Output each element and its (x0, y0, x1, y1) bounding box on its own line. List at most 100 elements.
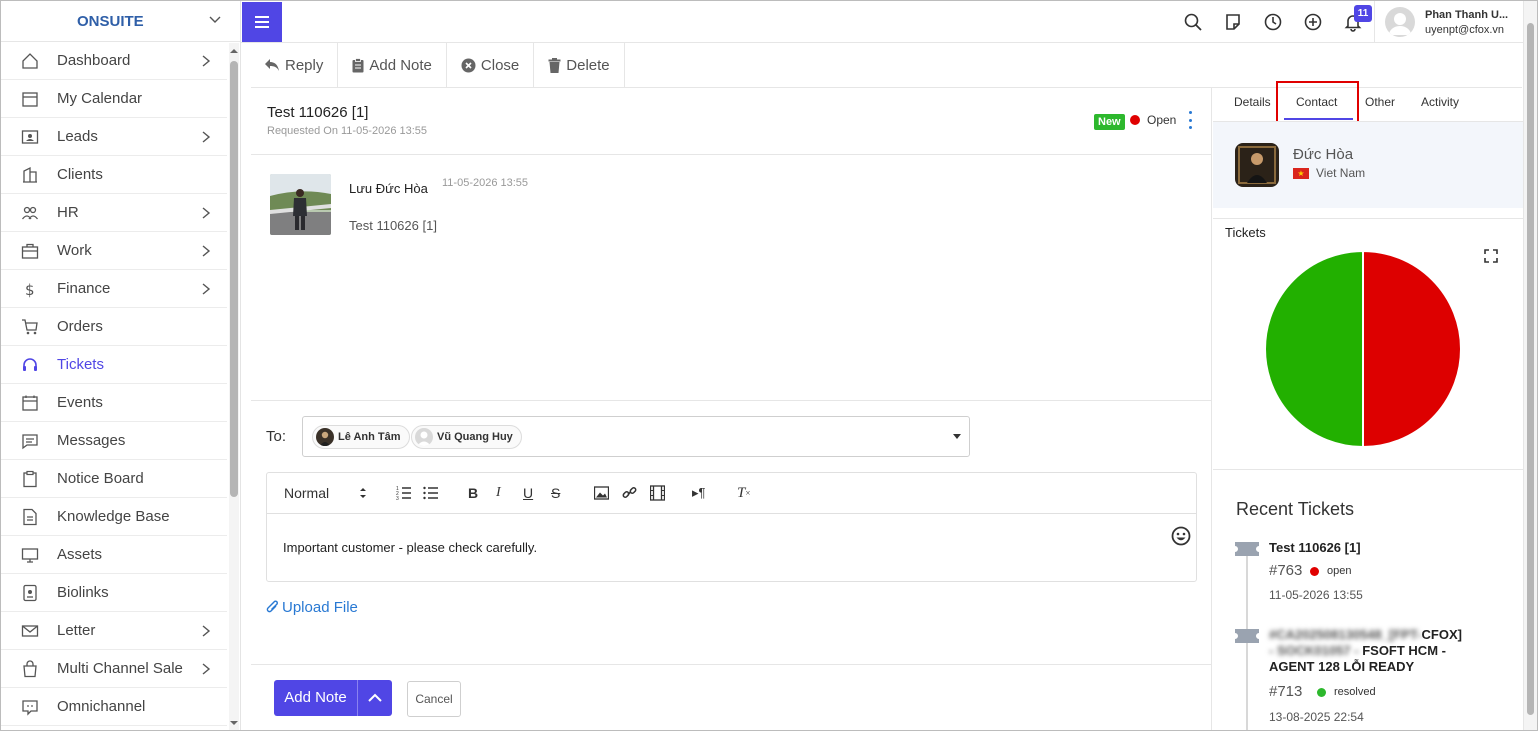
menu-toggle-button[interactable] (242, 2, 282, 42)
search-icon[interactable] (1183, 12, 1203, 32)
sidebar-item-dashboard[interactable]: Dashboard (1, 42, 227, 80)
bold-icon[interactable]: B (468, 485, 478, 501)
recent-ticket-title[interactable]: #CA2025081305​48_[FPT-CFOX] - SOCK01057 … (1269, 627, 1499, 675)
sidebar-item-letter[interactable]: Letter (1, 612, 227, 650)
sidebar-item-label: Finance (57, 280, 111, 297)
format-select[interactable]: Normal (284, 485, 329, 501)
emoji-icon[interactable] (1171, 526, 1191, 546)
sidebar-item-knowledge-base[interactable]: Knowledge Base (1, 498, 227, 536)
fullscreen-icon[interactable] (1484, 249, 1498, 263)
chevron-right-icon[interactable] (201, 282, 211, 296)
sidebar-item-events[interactable]: Events (1, 384, 227, 422)
tickets-chart-card: Tickets (1213, 218, 1523, 470)
tickets-chart-title: Tickets (1225, 225, 1266, 240)
scroll-down-icon[interactable] (230, 719, 238, 727)
sidebar-item-label: Events (57, 394, 103, 411)
sidebar-item-notice-board[interactable]: Notice Board (1, 460, 227, 498)
strikethrough-icon[interactable]: S (551, 485, 560, 501)
sidebar-item-work[interactable]: Work (1, 232, 227, 270)
add-circle-icon[interactable] (1303, 12, 1323, 32)
tab-activity[interactable]: Activity (1421, 95, 1459, 109)
recent-tickets: Recent Tickets Test 110626 [1] #763 open… (1213, 474, 1523, 730)
scroll-up-icon[interactable] (230, 47, 238, 55)
clock-icon[interactable] (1263, 12, 1283, 32)
note-text[interactable]: Important customer - please check carefu… (283, 540, 537, 555)
sidebar-item-my-calendar[interactable]: My Calendar (1, 80, 227, 118)
image-icon[interactable] (594, 485, 609, 501)
sidebar-item-omnichannel[interactable]: Omnichannel (1, 688, 227, 726)
sidebar-item-hr[interactable]: HR (1, 194, 227, 232)
add-note-submit-button[interactable]: Add Note (274, 680, 392, 716)
page-scrollbar-thumb[interactable] (1527, 23, 1534, 715)
upload-file-link[interactable]: Upload File (266, 599, 358, 616)
recent-ticket-title[interactable]: Test 110626 [1] (1269, 540, 1499, 556)
chevron-up-icon[interactable] (358, 693, 392, 703)
contact-name[interactable]: Đức Hòa (1293, 146, 1353, 163)
ticket-header: Test 110626 [1] Requested On 11-05-2026 … (251, 88, 1211, 155)
sidebar-item-clients[interactable]: Clients (1, 156, 227, 194)
format-select-arrows-icon[interactable] (358, 485, 368, 501)
chevron-right-icon[interactable] (201, 54, 211, 68)
sidebar-item-leads[interactable]: Leads (1, 118, 227, 156)
ticket-requested-date: Requested On 11-05-2026 13:55 (267, 125, 428, 137)
clear-format-icon[interactable]: T × (737, 485, 750, 501)
vietnam-flag-icon: ★ (1293, 167, 1309, 179)
sidebar-scrollbar-thumb[interactable] (230, 61, 238, 497)
link-icon[interactable] (622, 485, 637, 501)
recipient-chip[interactable]: Vũ Quang Huy (411, 425, 522, 449)
recent-ticket-date: 13-08-2025 22:54 (1269, 710, 1364, 724)
chevron-right-icon[interactable] (201, 662, 211, 676)
sidebar-item-label: My Calendar (57, 90, 143, 107)
note-icon[interactable] (1223, 12, 1243, 32)
sidebar-item-label: Messages (57, 432, 126, 449)
sidebar-item-orders[interactable]: Orders (1, 308, 227, 346)
more-options-icon[interactable] (1187, 111, 1193, 129)
sidebar-item-label: Dashboard (57, 52, 131, 69)
pie-slice-open[interactable] (1362, 249, 1462, 449)
recipients-select[interactable]: Lê Anh Tâm Vũ Quang Huy (302, 416, 970, 457)
video-icon[interactable] (650, 485, 665, 501)
paperclip-icon (266, 600, 278, 613)
sidebar-item-finance[interactable]: $ Finance (1, 270, 227, 308)
brand[interactable]: ONSUITE (1, 1, 240, 42)
user-name[interactable]: Phan Thanh U... (1425, 9, 1508, 21)
sidebar-item-biolinks[interactable]: Biolinks (1, 574, 227, 612)
app-window: ONSUITE Dashboard My Calendar Leads Clients… (0, 0, 1538, 731)
chevron-right-icon[interactable] (201, 206, 211, 220)
dollar-icon: $ (21, 280, 39, 298)
sidebar-item-label: Leads (57, 128, 98, 145)
bullet-list-icon[interactable] (423, 485, 439, 501)
chevron-right-icon[interactable] (201, 130, 211, 144)
sidebar-item-messages[interactable]: Messages (1, 422, 227, 460)
close-ticket-button[interactable]: Close (447, 43, 535, 87)
cancel-button[interactable]: Cancel (407, 681, 461, 717)
add-note-submit-label: Add Note (274, 680, 358, 716)
add-note-button[interactable]: Add Note (338, 43, 447, 87)
delete-button[interactable]: Delete (534, 43, 625, 87)
recipient-chip[interactable]: Lê Anh Tâm (312, 425, 410, 449)
envelope-icon (21, 622, 39, 640)
chevron-down-icon[interactable] (208, 13, 222, 27)
italic-icon[interactable]: I (496, 485, 501, 501)
reply-button[interactable]: Reply (251, 43, 339, 87)
chevron-right-icon[interactable] (201, 244, 211, 258)
ordered-list-icon[interactable]: 123 (396, 485, 412, 501)
sidebar-item-multi-channel-sale[interactable]: Multi Channel Sale (1, 650, 227, 688)
calendar-icon (21, 90, 39, 108)
pie-slice-resolved[interactable] (1264, 249, 1364, 449)
reply-footer: Add Note Cancel (251, 664, 1211, 730)
chevron-right-icon[interactable] (201, 624, 211, 638)
sidebar-item-tickets[interactable]: Tickets (1, 346, 227, 384)
to-label: To: (266, 428, 287, 445)
building-icon (21, 166, 39, 184)
text-direction-icon[interactable]: ▸¶ (692, 485, 706, 501)
user-avatar[interactable] (1385, 7, 1415, 37)
people-icon (21, 204, 39, 222)
sidebar-item-assets[interactable]: Assets (1, 536, 227, 574)
dropdown-caret-icon[interactable] (953, 434, 961, 439)
underline-icon[interactable]: U (523, 485, 533, 501)
tab-other[interactable]: Other (1365, 95, 1395, 109)
ticket-status[interactable]: Open (1147, 113, 1176, 127)
topbar-divider (1374, 1, 1375, 43)
tab-details[interactable]: Details (1234, 95, 1271, 109)
